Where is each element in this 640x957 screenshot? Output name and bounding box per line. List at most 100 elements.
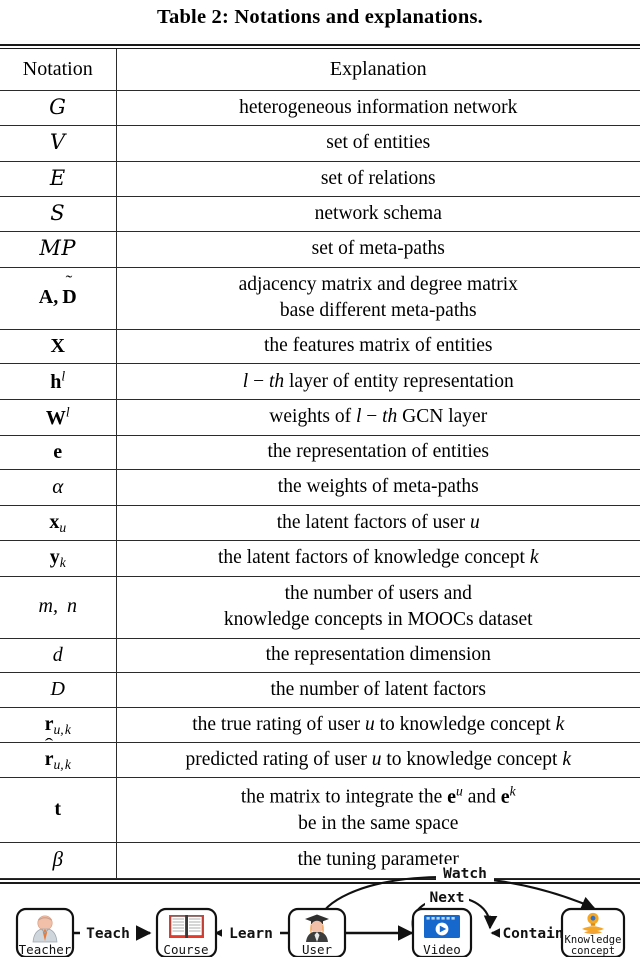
table-row: e the representation of entities xyxy=(0,434,640,471)
notation-symbol: X xyxy=(50,334,65,357)
header-label-notation: Notation xyxy=(22,58,93,80)
notation-cell: E xyxy=(0,160,117,198)
table-row: ru, k the true rating of user u to knowle… xyxy=(0,706,640,743)
header-label-explanation: Explanation xyxy=(329,58,427,80)
notation-cell: r̂u, k xyxy=(0,741,117,779)
node-label-video: Video xyxy=(423,942,461,957)
edge-label-teach: Teach xyxy=(80,924,136,942)
notation-symbol: G xyxy=(49,95,67,119)
diagram-node-course[interactable]: Course xyxy=(155,907,218,957)
explanation-text: set of entities xyxy=(326,132,431,154)
explanation-cell: adjacency matrix and degree matrix base d… xyxy=(116,266,640,330)
notation-symbol: d xyxy=(52,643,63,666)
table-row: α the weights of meta-paths xyxy=(0,469,640,506)
table-row: Xthe features matrix of entities xyxy=(0,328,640,365)
explanation-text: l − th layer of entity representation xyxy=(242,370,514,392)
notation-symbol: hl xyxy=(50,368,66,393)
explanation-text: the weights of meta-paths xyxy=(277,476,479,498)
notation-cell: hl xyxy=(0,363,117,401)
node-label-teacher: Teacher xyxy=(19,942,72,957)
diagram-node-teacher[interactable]: Teacher xyxy=(15,907,75,957)
explanation-text: the true rating of user u to knowledge c… xyxy=(192,713,565,735)
explanation-cell: l − th layer of entity representation xyxy=(116,363,640,401)
notation-cell: yk xyxy=(0,540,117,577)
table-row: Vset of entities xyxy=(0,125,640,162)
table-row: Eset of relations xyxy=(0,160,640,198)
table-row: A, D ˜ adjacency matrix and degree matrix b… xyxy=(0,266,640,330)
explanation-cell: the number of users and knowledge concept… xyxy=(116,575,640,639)
notation-symbol: Wl xyxy=(45,404,70,429)
explanation-text: the features matrix of entities xyxy=(264,335,493,357)
explanation-text: the latent factors of user u xyxy=(276,511,480,533)
explanation-cell: heterogeneous information network xyxy=(116,89,640,127)
explanation-cell: the number of latent factors xyxy=(116,672,640,708)
table-row: yk the latent factors of knowledge concep… xyxy=(0,540,640,577)
table-row: Gheterogeneous information network xyxy=(0,89,640,127)
edge-label-learn-text: Learn xyxy=(229,926,273,942)
explanation-cell: the representation dimension xyxy=(116,637,640,674)
explanation-text: the representation dimension xyxy=(265,644,491,666)
notation-symbol: α xyxy=(52,474,64,499)
notation-symbol: D xyxy=(50,678,65,701)
notation-cell: ru, k xyxy=(0,706,117,743)
edge-label-next-text: Next xyxy=(430,890,465,906)
notation-symbol: e xyxy=(53,440,63,463)
notation-cell: e xyxy=(0,434,117,471)
edge-label-teach-text: Teach xyxy=(86,926,130,942)
notation-cell: α xyxy=(0,469,117,506)
explanation-cell: predicted rating of user u to knowledge … xyxy=(116,741,640,779)
explanation-text: weights of l − th GCN layer xyxy=(269,406,488,428)
notations-table: Notation Explanation Gheterogeneous info… xyxy=(0,49,640,879)
explanation-cell: weights of l − th GCN layer xyxy=(116,399,640,436)
table-row: xu the latent factors of user u xyxy=(0,504,640,542)
notation-cell: Wl xyxy=(0,399,117,436)
explanation-cell: the true rating of user u to knowledge c… xyxy=(116,706,640,743)
explanation-cell: the features matrix of entities xyxy=(116,328,640,365)
explanation-cell: set of meta-paths xyxy=(116,231,640,268)
explanation-text: set of meta-paths xyxy=(311,238,445,260)
notation-symbol: ru, k xyxy=(44,712,71,737)
node-label-user: User xyxy=(302,942,333,957)
explanation-text: the latent factors of knowledge concept … xyxy=(217,547,539,569)
notations-table-container: Notation Explanation Gheterogeneous info… xyxy=(0,44,640,884)
diagram-node-knowledge-concept[interactable]: Knowledge concept xyxy=(560,907,626,957)
explanation-text: the number of users and knowledge concept… xyxy=(223,582,533,630)
explanation-cell: network schema xyxy=(116,196,640,233)
table-row: m, n the number of users and knowledge con… xyxy=(0,575,640,639)
notation-symbol: m, n xyxy=(38,595,77,618)
edge-label-contain: Contain xyxy=(500,924,566,942)
notation-cell: D xyxy=(0,672,117,708)
notation-cell: G xyxy=(0,89,117,127)
notations-table-body: Notation Explanation Gheterogeneous info… xyxy=(0,49,640,879)
explanation-cell: set of relations xyxy=(116,160,640,198)
notation-cell: V xyxy=(0,125,117,162)
edge-label-watch-text: Watch xyxy=(443,866,487,882)
notation-symbol: A, D ˜ xyxy=(38,272,77,309)
notation-symbol: E xyxy=(49,165,66,190)
edge-label-learn: Learn xyxy=(222,924,280,942)
table-caption: Table 2: Notations and explanations. xyxy=(157,6,483,28)
table-row: hl l − th layer of entity representation xyxy=(0,363,640,401)
edge-label-watch: Watch xyxy=(436,864,494,882)
table-row: r̂u, k predicted rating of user u to know… xyxy=(0,741,640,779)
notation-cell: X xyxy=(0,328,117,365)
table-row: Snetwork schema xyxy=(0,196,640,233)
notation-cell: S xyxy=(0,196,117,233)
header-cell-notation: Notation xyxy=(0,49,117,91)
explanation-text: set of relations xyxy=(320,167,436,189)
notation-symbol: yk xyxy=(49,546,66,570)
notation-symbol: r̂u, k xyxy=(44,747,71,772)
explanation-cell: set of entities xyxy=(116,125,640,162)
diagram-node-user[interactable]: User xyxy=(287,907,347,957)
table-row: MP set of meta-paths xyxy=(0,231,640,268)
notation-cell: MP xyxy=(0,231,117,268)
explanation-cell: the representation of entities xyxy=(116,434,640,471)
notation-symbol: MP xyxy=(39,236,77,261)
explanation-cell: the latent factors of knowledge concept … xyxy=(116,540,640,577)
hin-schema-diagram: Teach Learn Watch Next Contain Teacher C… xyxy=(0,830,640,957)
diagram-node-video[interactable]: Video xyxy=(411,907,473,957)
explanation-text: heterogeneous information network xyxy=(239,97,518,118)
explanation-text: adjacency matrix and degree matrix base d… xyxy=(238,273,518,321)
notation-symbol: V xyxy=(49,130,66,155)
edge-label-next: Next xyxy=(425,888,469,906)
